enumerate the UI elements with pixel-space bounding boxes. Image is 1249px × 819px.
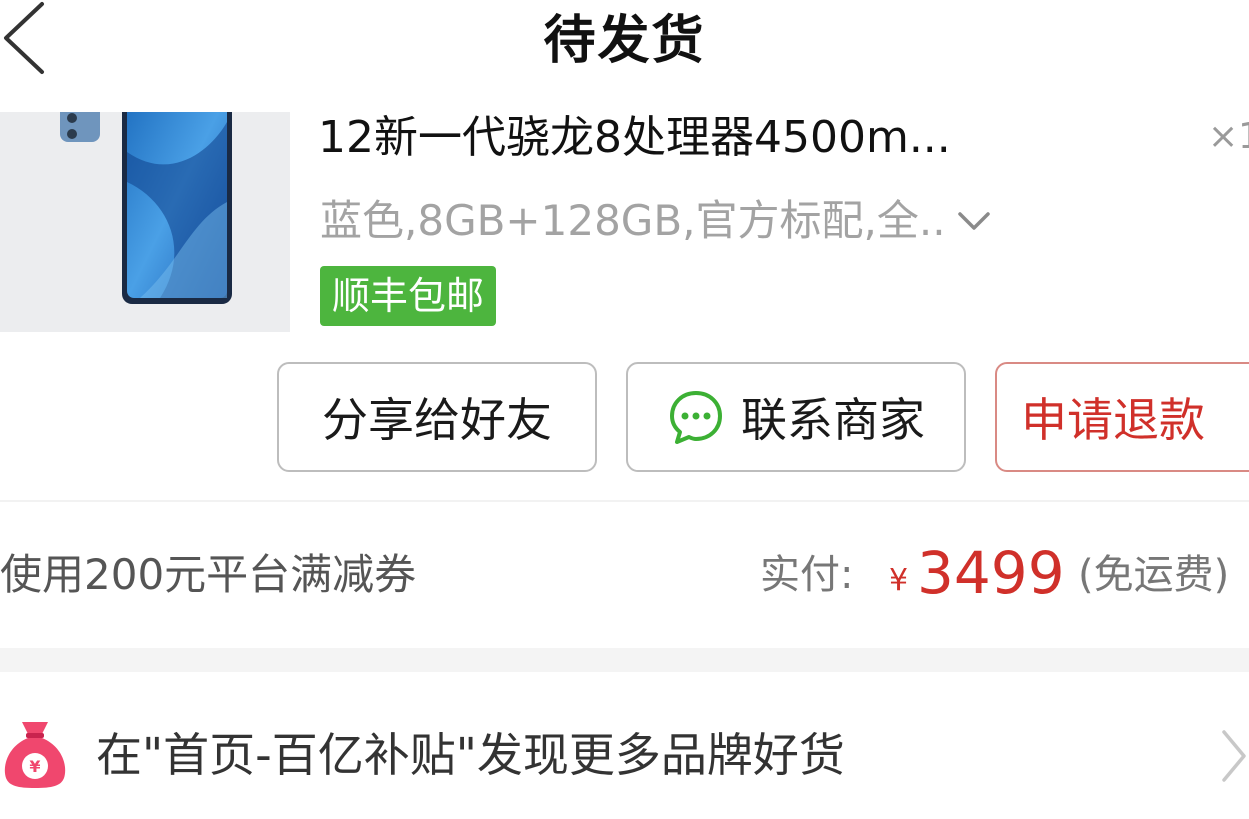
contact-seller-button[interactable]: 联系商家 xyxy=(626,362,966,472)
product-name[interactable]: 12新一代骁龙8处理器4500m... xyxy=(318,108,951,168)
chat-icon xyxy=(670,391,722,444)
money-bag-icon: ¥ xyxy=(4,722,66,788)
currency-symbol: ¥ xyxy=(889,563,909,598)
product-image[interactable] xyxy=(0,112,290,332)
product-spec-text: 蓝色,8GB+128GB,官方标配,全.. xyxy=(320,196,946,245)
divider xyxy=(0,500,1249,502)
shipping-badge: 顺丰包邮 xyxy=(320,266,497,326)
contact-seller-label: 联系商家 xyxy=(741,393,925,447)
share-button[interactable]: 分享给好友 xyxy=(277,362,597,472)
share-button-label: 分享给好友 xyxy=(322,393,552,447)
product-spec[interactable]: 蓝色,8GB+128GB,官方标配,全.. xyxy=(320,192,994,250)
refund-button[interactable]: 申请退款 xyxy=(995,362,1249,472)
paid-amount: 3499 xyxy=(917,539,1065,607)
product-quantity: ×1 xyxy=(1208,116,1249,157)
chevron-down-icon xyxy=(957,212,990,230)
page-title: 待发货 xyxy=(543,11,706,71)
shipping-fee-note: (免运费) xyxy=(1078,552,1230,598)
svg-text:¥: ¥ xyxy=(29,757,40,776)
refund-button-label: 申请退款 xyxy=(1021,393,1205,447)
coupon-info: 使用200元平台满减券 xyxy=(0,550,417,599)
phone-image xyxy=(52,112,232,304)
paid-label: 实付: xyxy=(760,552,854,598)
promo-text: 在"首页-百亿补贴"发现更多品牌好货 xyxy=(96,728,845,782)
chevron-right-icon xyxy=(1222,730,1246,782)
section-separator xyxy=(0,648,1249,672)
